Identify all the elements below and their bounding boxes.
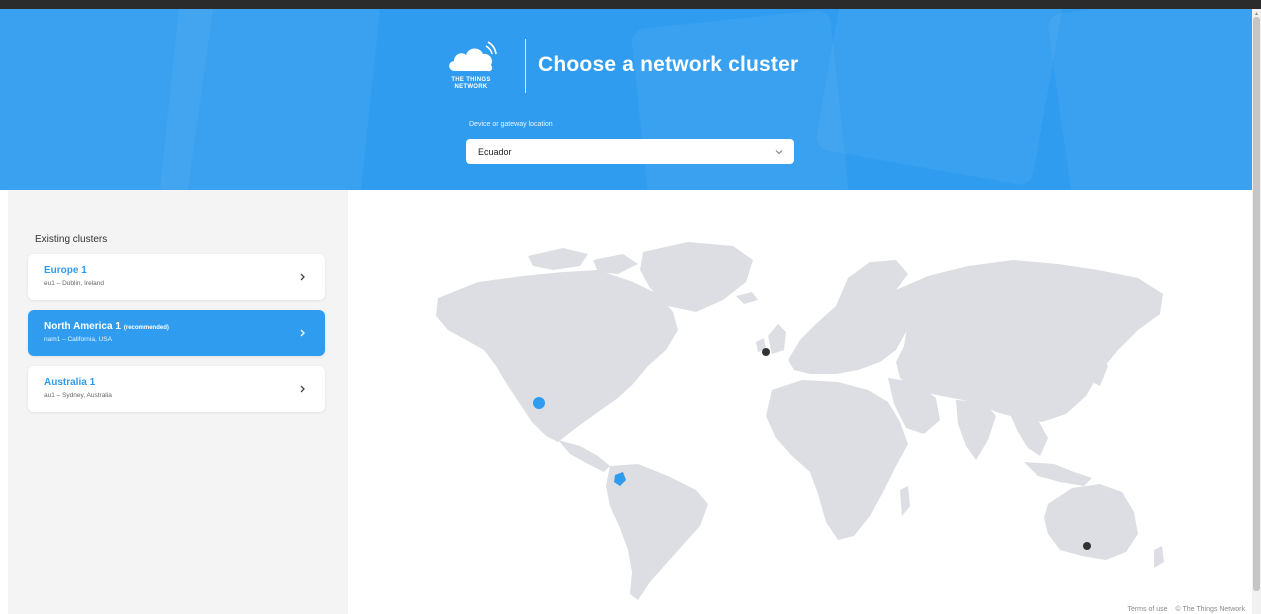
cluster-card-eu1[interactable]: Europe 1 eu1 – Dublin, Ireland: [28, 254, 325, 300]
clusters-heading: Existing clusters: [35, 234, 108, 245]
map-landmasses: [436, 242, 1164, 600]
cluster-detail: nam1 – California, USA: [44, 336, 112, 343]
madagascar-land: [900, 486, 910, 516]
cluster-title: Australia 1: [44, 377, 96, 388]
cluster-card-nam1[interactable]: North America 1 (recommended) nam1 – Cali…: [28, 310, 325, 356]
chevron-right-icon: [300, 385, 305, 393]
scrollbar-thumb[interactable]: [1253, 17, 1260, 591]
cluster-name: Australia 1: [44, 377, 95, 388]
cluster-title: Europe 1: [44, 265, 87, 276]
iceland-land: [736, 292, 758, 304]
cluster-name: North America 1 (recommended): [44, 321, 169, 332]
location-select-value: Ecuador: [478, 146, 512, 157]
eu1-marker[interactable]: [762, 348, 770, 356]
north-america-land: [436, 270, 678, 442]
terms-link[interactable]: Terms of use: [1127, 606, 1167, 613]
chevron-right-icon: [300, 329, 305, 337]
header-decoration: [814, 9, 1066, 187]
central-america-land: [558, 440, 610, 472]
ttn-logo[interactable]: THE THINGS NETWORK: [445, 41, 515, 101]
browser-top-edge: [0, 0, 1261, 9]
chevron-down-icon: [775, 149, 783, 154]
au1-marker[interactable]: [1083, 542, 1091, 550]
header-decoration: [1046, 9, 1252, 190]
location-select[interactable]: Ecuador: [466, 139, 794, 164]
logo-wordmark: THE THINGS NETWORK: [445, 77, 497, 91]
logo-text-line1: THE THINGS: [451, 77, 491, 83]
location-label: Device or gateway location: [469, 121, 553, 128]
page-footer: Terms of use © The Things Network: [1127, 606, 1245, 613]
page-header: THE THINGS NETWORK Choose a network clus…: [0, 9, 1252, 190]
nam1-marker[interactable]: [533, 397, 545, 409]
vertical-scrollbar[interactable]: ▲: [1252, 9, 1261, 614]
cloud-icon: [449, 41, 497, 72]
cluster-name: Europe 1: [44, 265, 87, 276]
header-decoration: [159, 9, 381, 190]
cluster-card-au1[interactable]: Australia 1 au1 – Sydney, Australia: [28, 366, 325, 412]
australia-land: [1044, 484, 1138, 560]
arctic-islands-land: [593, 254, 638, 274]
indonesia-land: [1024, 462, 1092, 486]
africa-land: [766, 380, 908, 540]
copyright-text: © The Things Network: [1175, 606, 1245, 613]
new-zealand-land: [1154, 546, 1164, 568]
cluster-title: North America 1: [44, 321, 121, 332]
cluster-detail: au1 – Sydney, Australia: [44, 392, 112, 399]
clusters-sidebar: Existing clusters Europe 1 eu1 – Dublin,…: [8, 190, 348, 614]
uk-land: [768, 324, 786, 354]
world-map[interactable]: [348, 190, 1252, 614]
chevron-right-icon: [300, 273, 305, 281]
recommended-badge: (recommended): [123, 325, 169, 331]
arctic-islands-land: [528, 248, 588, 270]
logo-text-line2: NETWORK: [454, 84, 488, 90]
asia-land: [896, 260, 1163, 422]
page-title: Choose a network cluster: [538, 53, 799, 76]
header-divider: [525, 39, 526, 93]
india-land: [956, 400, 996, 460]
cluster-detail: eu1 – Dublin, Ireland: [44, 280, 104, 287]
